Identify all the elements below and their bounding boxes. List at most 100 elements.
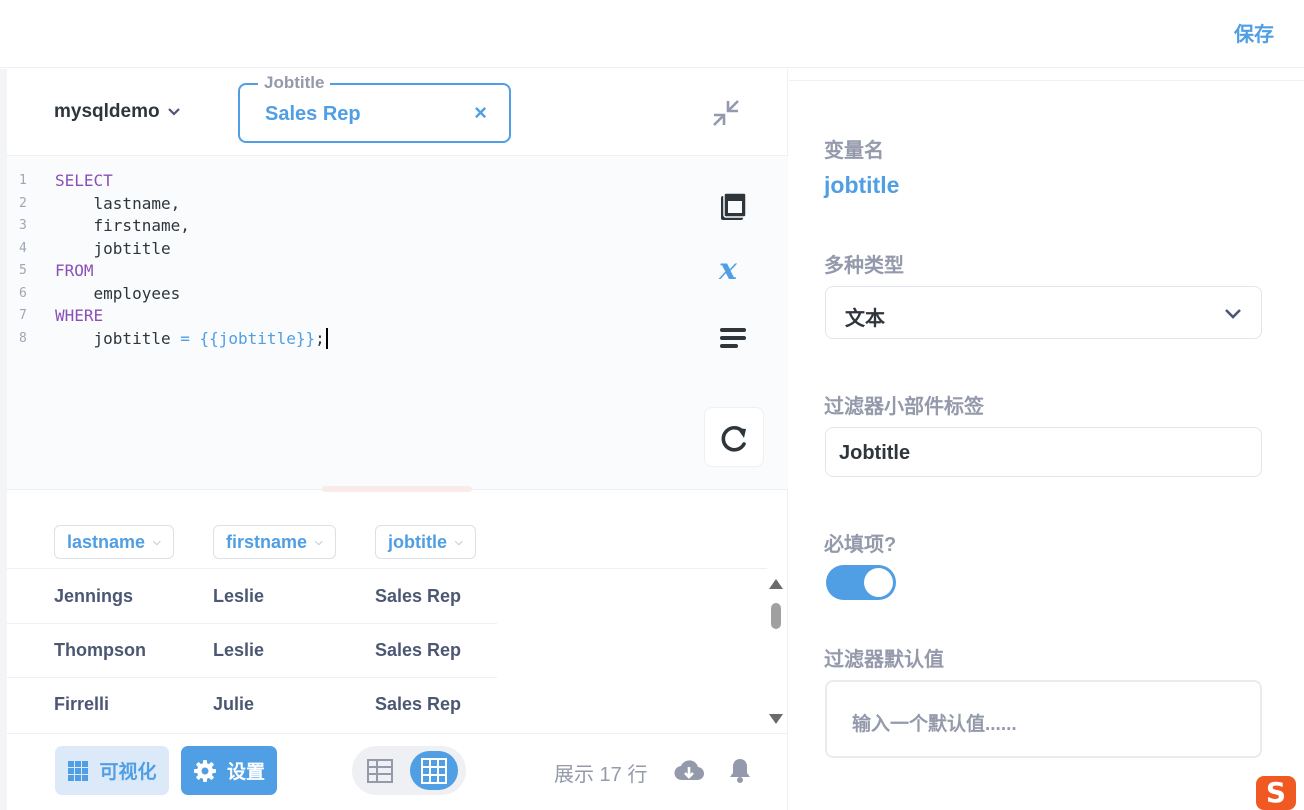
cell-jobtitle[interactable]: Sales Rep [375,586,461,607]
download-icon[interactable] [674,758,705,784]
grid-icon [68,760,89,781]
snippets-icon[interactable] [717,322,749,354]
widget-label-label: 过滤器小部件标签 [824,396,984,418]
cell-lastname[interactable]: Firrelli [54,694,109,715]
chevron-down-icon [1223,303,1243,323]
line-number: 5 [19,263,27,278]
collapse-editor-icon[interactable] [710,97,742,129]
line-number: 4 [19,240,27,256]
visualize-label: 可视化 [99,762,157,783]
filter-widget-value[interactable]: Sales Rep [265,103,361,126]
line-number: 7 [19,308,27,323]
top-bar: 保存 [0,0,1304,68]
chevron-down-icon: ⌵ [455,536,463,548]
default-value-input[interactable]: 输入一个默认值...... [825,680,1262,758]
column-header-label: lastname [67,531,146,552]
visualize-button[interactable]: 可视化 [55,746,169,795]
divider [7,568,767,569]
cell-firstname[interactable]: Julie [213,694,254,715]
variable-name: jobtitle [824,172,900,198]
svg-text:x: x [718,253,738,285]
required-label: 必填项? [824,534,897,556]
text-cursor [325,327,328,349]
filter-widget-label: Jobtitle [258,73,331,93]
template-variable: = {{jobtitle}} [180,328,316,348]
bell-icon[interactable] [728,756,752,784]
sql-text: jobtitle [55,328,181,348]
code-line[interactable]: 8 jobtitle = {{jobtitle}}; [7,327,328,351]
sql-text: jobtitle [55,238,171,258]
settings-button[interactable]: 设置 [181,746,277,795]
left-edge [0,69,7,810]
query-panel: mysqldemo Jobtitle Sales Rep × 1 SELECT 2 … [7,69,788,810]
scroll-down-arrow-icon[interactable] [769,714,783,724]
jobtitle-filter-widget[interactable]: Jobtitle Sales Rep × [238,73,511,143]
sql-text: firstname, [55,216,190,235]
column-header-label: firstname [226,531,308,552]
table-row: Firrelli Julie Sales Rep [7,678,497,732]
sql-code[interactable]: 1 SELECT 2 lastname, 3 firstname, 4 jobtitle… [7,170,328,350]
scroll-thumb[interactable] [771,603,781,629]
sql-keyword: FROM [55,261,94,280]
chevron-down-icon [167,105,180,119]
refresh-button[interactable] [704,407,764,467]
column-header-jobtitle[interactable]: jobtitle ⌵ [375,525,476,559]
cell-lastname[interactable]: Thompson [54,640,146,661]
code-line[interactable]: 7 WHERE [7,305,328,328]
footer-bar: 可视化 设置 展示 17 行 [7,733,788,810]
sql-text: employees [55,283,181,303]
grid-view-icon[interactable] [410,751,458,790]
column-header-firstname[interactable]: firstname ⌵ [213,525,336,559]
cell-firstname[interactable]: Leslie [213,640,264,661]
cell-jobtitle[interactable]: Sales Rep [375,640,461,661]
table-row: Jennings Leslie Sales Rep [7,570,497,624]
variable-type-select[interactable]: 文本 [825,286,1262,339]
table-view-icon[interactable] [366,757,394,785]
save-button[interactable]: 保存 [1234,18,1274,47]
database-selector[interactable]: mysqldemo [54,101,180,123]
view-toggle [352,746,466,795]
sql-text: ; [315,328,325,348]
sql-keyword: WHERE [55,306,104,325]
code-line[interactable]: 5 FROM [7,260,328,283]
variable-name-label: 变量名 [824,140,884,162]
variable-type-value: 文本 [845,308,885,330]
sql-text: lastname, [55,193,181,213]
code-line[interactable]: 6 employees [7,283,328,306]
scroll-up-arrow-icon[interactable] [769,579,783,589]
variable-settings-sidebar: 变量名 jobtitle 多种类型 文本 过滤器小部件标签 Jobtitle 必… [789,80,1304,810]
chevron-down-icon: ⌵ [315,536,323,548]
required-toggle[interactable] [826,565,896,600]
row-count: 展示 17 行 [554,764,648,786]
line-number: 8 [19,330,27,346]
code-line[interactable]: 1 SELECT [7,170,328,193]
line-number: 3 [19,218,27,233]
table-row: Thompson Leslie Sales Rep [7,624,497,678]
line-number: 2 [19,195,27,211]
code-line[interactable]: 3 firstname, [7,215,328,238]
database-name: mysqldemo [54,101,160,122]
sql-editor[interactable]: 1 SELECT 2 lastname, 3 firstname, 4 jobtitle… [7,155,788,492]
variable-type-label: 多种类型 [824,255,904,277]
column-header-label: jobtitle [388,531,447,552]
toggle-knob [864,568,893,597]
refresh-icon [721,425,746,452]
cell-firstname[interactable]: Leslie [213,586,264,607]
variables-icon[interactable]: x [717,252,749,287]
data-reference-icon[interactable] [717,190,749,222]
code-line[interactable]: 4 jobtitle [7,238,328,261]
code-line[interactable]: 2 lastname, [7,193,328,216]
results-table: lastname ⌵ firstname ⌵ jobtitle ⌵ Jennings … [7,491,788,734]
cell-jobtitle[interactable]: Sales Rep [375,694,461,715]
widget-label-input[interactable]: Jobtitle [825,427,1262,477]
ime-logo-icon[interactable]: S [1256,776,1296,810]
cell-lastname[interactable]: Jennings [54,586,133,607]
clear-icon[interactable]: × [474,100,487,126]
default-value-label: 过滤器默认值 [824,649,944,671]
line-number: 1 [19,173,27,188]
gear-icon [193,759,216,782]
line-number: 6 [19,285,27,301]
column-header-lastname[interactable]: lastname ⌵ [54,525,174,559]
settings-label: 设置 [226,762,265,783]
results-scrollbar[interactable] [767,579,785,724]
